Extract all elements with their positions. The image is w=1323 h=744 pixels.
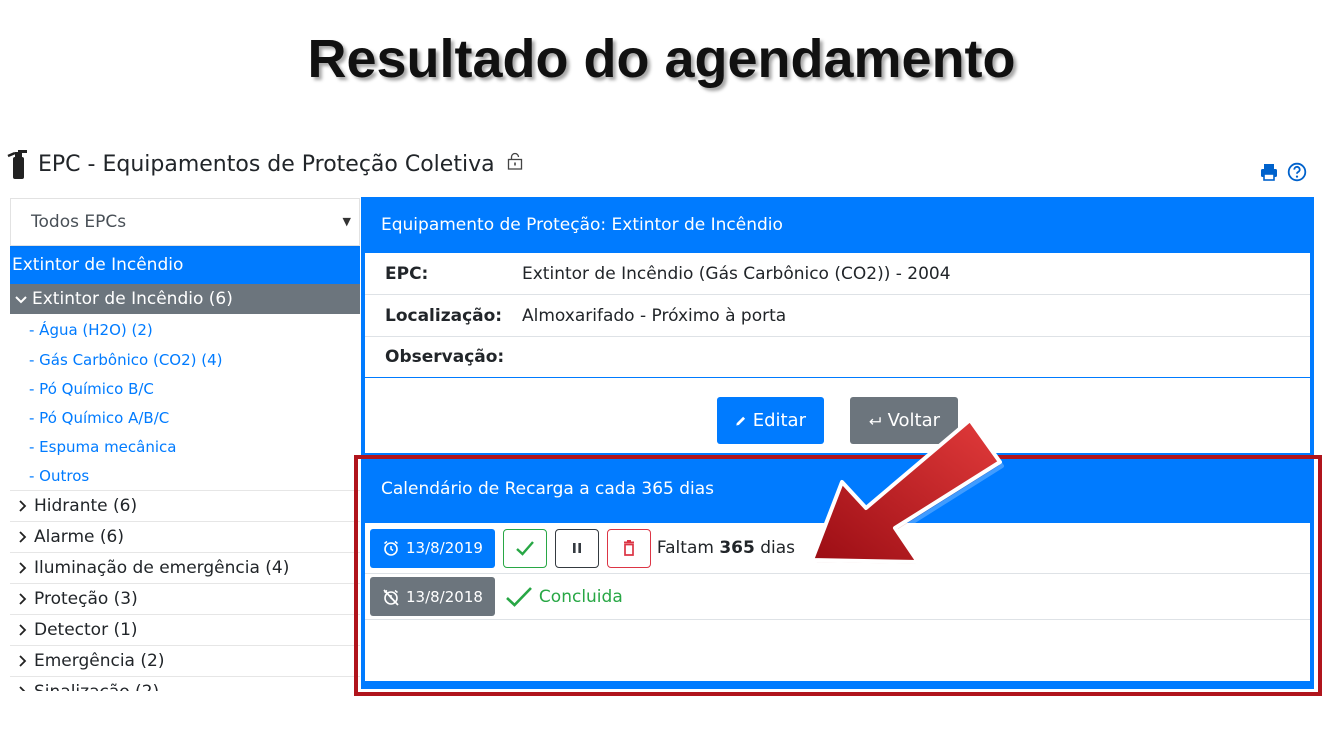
sidebar-group[interactable]: Detector (1) — [10, 614, 360, 645]
days-prefix: Faltam — [656, 538, 714, 558]
action-buttons: Editar Voltar — [365, 397, 1310, 444]
app-header: EPC - Equipamentos de Proteção Coletiva — [6, 146, 523, 182]
top-tools — [1259, 162, 1307, 182]
back-button[interactable]: Voltar — [850, 397, 958, 444]
delete-button[interactable] — [606, 528, 651, 568]
slide-title: Resultado do agendamento — [307, 29, 1016, 89]
complete-button[interactable] — [502, 528, 547, 568]
help-circle-icon[interactable] — [1287, 162, 1307, 182]
sidebar-subitem[interactable]: - Água (H2O) (2) — [10, 314, 360, 345]
pencil-icon — [736, 416, 746, 426]
calendar-header: Calendário de Recarga a cada 365 dias — [381, 479, 715, 499]
sidebar-group-label: Hidrante (6) — [34, 496, 138, 516]
edit-button-label: Editar — [752, 410, 806, 431]
sidebar-group-extintor[interactable]: Extintor de Incêndio (6) — [10, 284, 360, 314]
pause-button[interactable] — [554, 528, 599, 568]
detail-value: Almoxarifado - Próximo à porta — [522, 305, 787, 326]
equipment-header: Equipamento de Proteção: Extintor de Inc… — [381, 215, 783, 235]
print-icon[interactable] — [1259, 162, 1279, 182]
trash-icon — [623, 540, 634, 556]
detail-row-location: Localização: Almoxarifado - Próximo à po… — [365, 295, 1310, 337]
sidebar-group-label: Proteção (3) — [34, 589, 138, 609]
calendar-row-previous: 13/8/2018 Concluida — [365, 574, 1310, 620]
chevron-right-icon — [19, 593, 27, 605]
completed-status: Concluida — [505, 585, 623, 609]
alarm-off-icon — [383, 588, 399, 606]
epc-filter-select[interactable]: Todos EPCs ▼ — [10, 198, 360, 246]
sidebar-subitem[interactable]: - Pó Químico A/B/C — [10, 403, 360, 432]
sidebar-group-label: Detector (1) — [34, 620, 138, 640]
sidebar-group-label: Sinalização (2) — [34, 682, 159, 691]
date-text: 13/8/2018 — [406, 587, 483, 606]
sidebar-group[interactable]: Alarme (6) — [10, 521, 360, 552]
sidebar-group-label: Emergência (2) — [34, 651, 165, 671]
sidebar-group[interactable]: Sinalização (2) — [10, 676, 360, 691]
detail-row-epc: EPC: Extintor de Incêndio (Gás Carbônico… — [365, 253, 1310, 295]
next-recharge-date[interactable]: 13/8/2019 — [370, 528, 495, 568]
detail-row-notes: Observação: — [365, 337, 1310, 378]
filter-selected-value: Todos EPCs — [31, 212, 127, 232]
detail-value: Extintor de Incêndio (Gás Carbônico (CO2… — [522, 263, 951, 284]
previous-recharge-date[interactable]: 13/8/2018 — [370, 577, 495, 616]
sidebar-subitem[interactable]: - Espuma mecânica — [10, 432, 360, 461]
days-count: 365 — [719, 538, 755, 558]
category-header[interactable]: Extintor de Incêndio — [10, 246, 360, 284]
chevron-down-icon — [15, 296, 27, 304]
equipment-details: EPC: Extintor de Incêndio (Gás Carbônico… — [365, 253, 1310, 453]
sidebar-group-label: Alarme (6) — [34, 527, 124, 547]
sidebar: Todos EPCs ▼ Extintor de Incêndio Extint… — [10, 198, 360, 691]
sidebar-group-label: Iluminação de emergência (4) — [34, 558, 290, 578]
chevron-right-icon — [19, 562, 27, 574]
chevron-right-icon — [19, 655, 27, 667]
lock-open-icon[interactable] — [507, 152, 523, 170]
sidebar-group[interactable]: Emergência (2) — [10, 645, 360, 676]
alarm-clock-icon — [384, 540, 398, 556]
status-text: Concluida — [538, 586, 623, 607]
sidebar-group[interactable]: Hidrante (6) — [10, 490, 360, 521]
check-icon — [516, 541, 534, 556]
fire-extinguisher-icon — [7, 150, 27, 179]
days-remaining: Faltam 365 dias — [657, 538, 795, 558]
days-suffix: dias — [760, 538, 796, 558]
equipment-panel: Equipamento de Proteção: Extintor de Inc… — [361, 197, 1314, 689]
back-button-label: Voltar — [887, 410, 940, 431]
chevron-right-icon — [19, 531, 27, 543]
app-title: EPC - Equipamentos de Proteção Coletiva — [38, 151, 495, 177]
date-text: 13/8/2019 — [406, 539, 483, 557]
sidebar-group-label: Extintor de Incêndio (6) — [32, 289, 233, 309]
chevron-right-icon — [19, 686, 26, 691]
detail-label: EPC: — [385, 263, 429, 284]
detail-label: Localização: — [385, 305, 503, 326]
sidebar-subitem[interactable]: - Gás Carbônico (CO2) (4) — [10, 345, 360, 374]
chevron-right-icon — [19, 500, 27, 512]
check-icon — [506, 586, 532, 607]
sidebar-group[interactable]: Iluminação de emergência (4) — [10, 552, 360, 583]
dropdown-caret-icon: ▼ — [342, 215, 351, 228]
return-arrow-icon — [869, 416, 881, 425]
sidebar-subitem[interactable]: - Pó Químico B/C — [10, 374, 360, 403]
chevron-right-icon — [19, 624, 27, 636]
pause-icon — [572, 543, 581, 553]
sidebar-group[interactable]: Proteção (3) — [10, 583, 360, 614]
sidebar-subitem[interactable]: - Outros — [10, 461, 360, 490]
edit-button[interactable]: Editar — [717, 397, 824, 444]
detail-label: Observação: — [385, 347, 505, 367]
calendar-list: 13/8/2019 Faltam 365 dias 13/8/2018 Conc… — [365, 523, 1310, 681]
calendar-row-next: 13/8/2019 Faltam 365 dias — [365, 523, 1310, 574]
